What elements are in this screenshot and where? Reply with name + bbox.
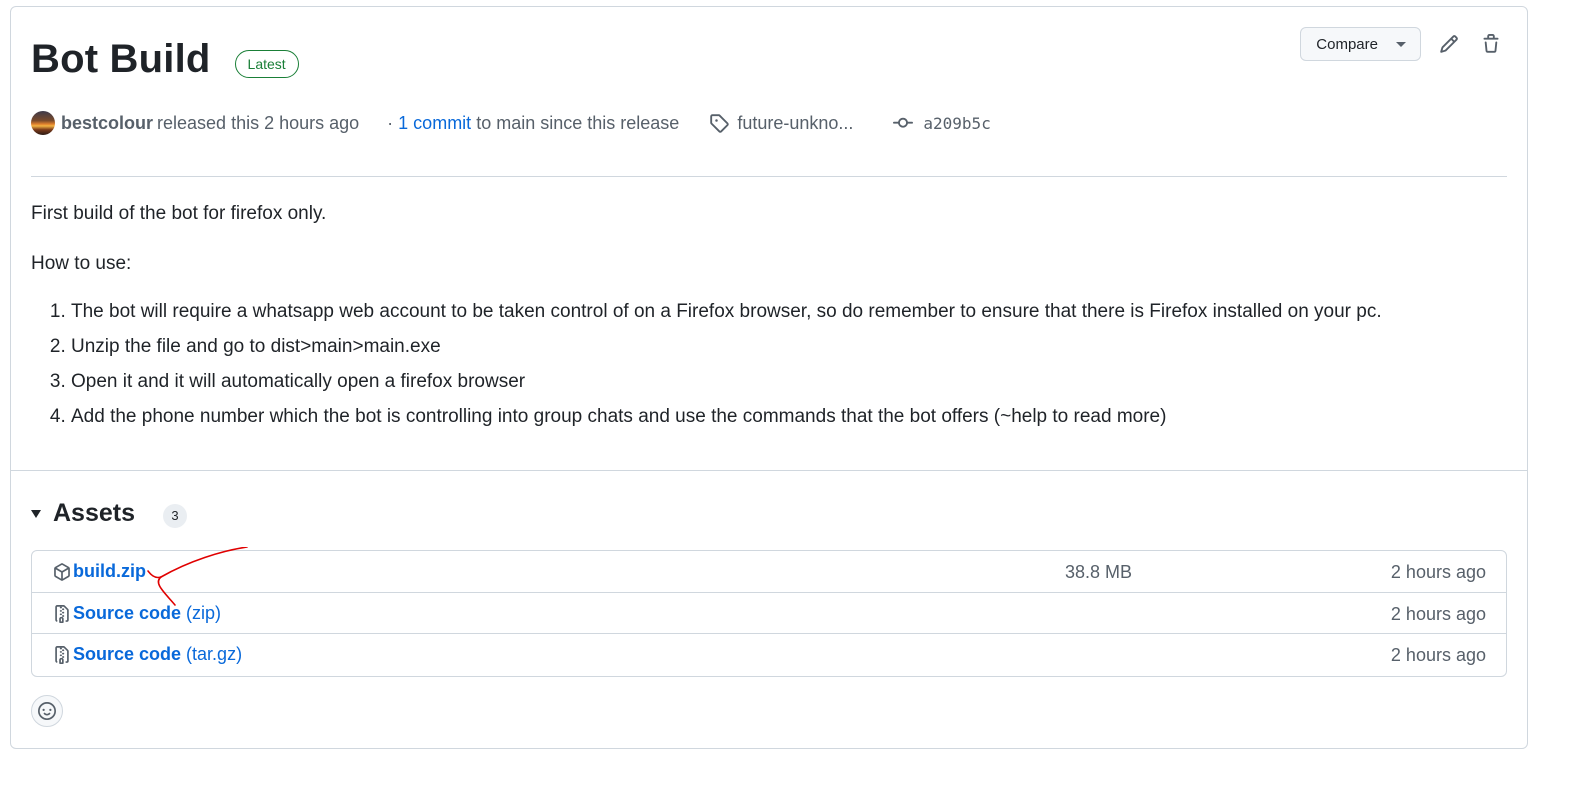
pencil-icon	[1440, 35, 1458, 53]
asset-time: 2 hours ago	[1390, 604, 1486, 624]
smiley-icon	[38, 702, 56, 720]
delete-button[interactable]	[1477, 30, 1505, 58]
asset-filename: build.zip	[73, 561, 146, 581]
release-card: Bot Build Latest Compare bestcolour rele…	[10, 6, 1528, 749]
file-zip-icon	[55, 645, 69, 664]
commit-separator: ·	[387, 112, 394, 133]
git-commit-icon	[893, 117, 914, 128]
section-divider	[11, 470, 1527, 471]
howto-heading: How to use:	[31, 253, 132, 274]
avatar[interactable]	[31, 111, 55, 135]
assets-count-badge: 3	[163, 503, 187, 528]
divider	[31, 176, 1507, 177]
asset-link-build-zip[interactable]: build.zip	[53, 561, 146, 582]
commit-suffix: to main since this release	[476, 112, 680, 133]
steps-list: The bot will require a whatsapp web acco…	[31, 301, 1487, 428]
list-item: Unzip the file and go to dist>main>main.…	[71, 336, 1487, 358]
asset-filename: Source code	[73, 644, 182, 664]
tag-name: future-unkno...	[737, 112, 854, 133]
author-link[interactable]: bestcolour	[61, 113, 153, 134]
release-header: Bot Build Latest	[31, 37, 299, 82]
tag-icon	[710, 114, 730, 133]
release-intro: First build of the bot for firefox only.	[31, 203, 327, 224]
file-zip-icon	[55, 604, 69, 623]
asset-link-source-targz[interactable]: Source code (tar.gz)	[53, 644, 242, 665]
commit-sha-link[interactable]: a209b5c	[893, 113, 991, 133]
release-title[interactable]: Bot Build	[31, 37, 211, 82]
release-meta: bestcolour released this 2 hours ago · 1…	[31, 111, 991, 135]
commit-sha: a209b5c	[923, 113, 991, 133]
asset-time: 2 hours ago	[1390, 645, 1486, 665]
assets-toggle[interactable]: Assets 3	[31, 499, 187, 528]
compare-label: Compare	[1316, 35, 1378, 53]
list-item: The bot will require a whatsapp web acco…	[71, 301, 1487, 323]
asset-size: 38.8 MB	[1065, 562, 1133, 582]
asset-time: 2 hours ago	[1390, 562, 1486, 582]
tag-link[interactable]: future-unkno...	[709, 113, 853, 134]
package-icon	[54, 562, 70, 581]
asset-row: Source code (tar.gz) 2 hours ago	[32, 633, 1506, 674]
trash-icon	[1483, 34, 1499, 53]
assets-title: Assets	[53, 499, 135, 527]
edit-button[interactable]	[1435, 30, 1463, 58]
commit-link[interactable]: 1 commit	[398, 113, 471, 133]
release-time: released this 2 hours ago	[157, 112, 360, 133]
release-notes: First build of the bot for firefox only.…	[31, 203, 1487, 441]
triangle-down-icon	[31, 509, 41, 518]
commits-info: · 1 commit to main since this release	[387, 113, 679, 134]
list-item: Add the phone number which the bot is co…	[71, 406, 1487, 428]
caret-down-icon	[1396, 41, 1406, 47]
list-item: Open it and it will automatically open a…	[71, 371, 1487, 393]
asset-filetype: (tar.gz)	[186, 644, 243, 664]
add-reaction-button[interactable]	[31, 695, 63, 727]
red-arrow-annotation	[147, 547, 248, 606]
compare-button[interactable]: Compare	[1300, 27, 1421, 61]
latest-badge: Latest	[234, 49, 299, 78]
release-actions: Compare	[1300, 27, 1505, 61]
